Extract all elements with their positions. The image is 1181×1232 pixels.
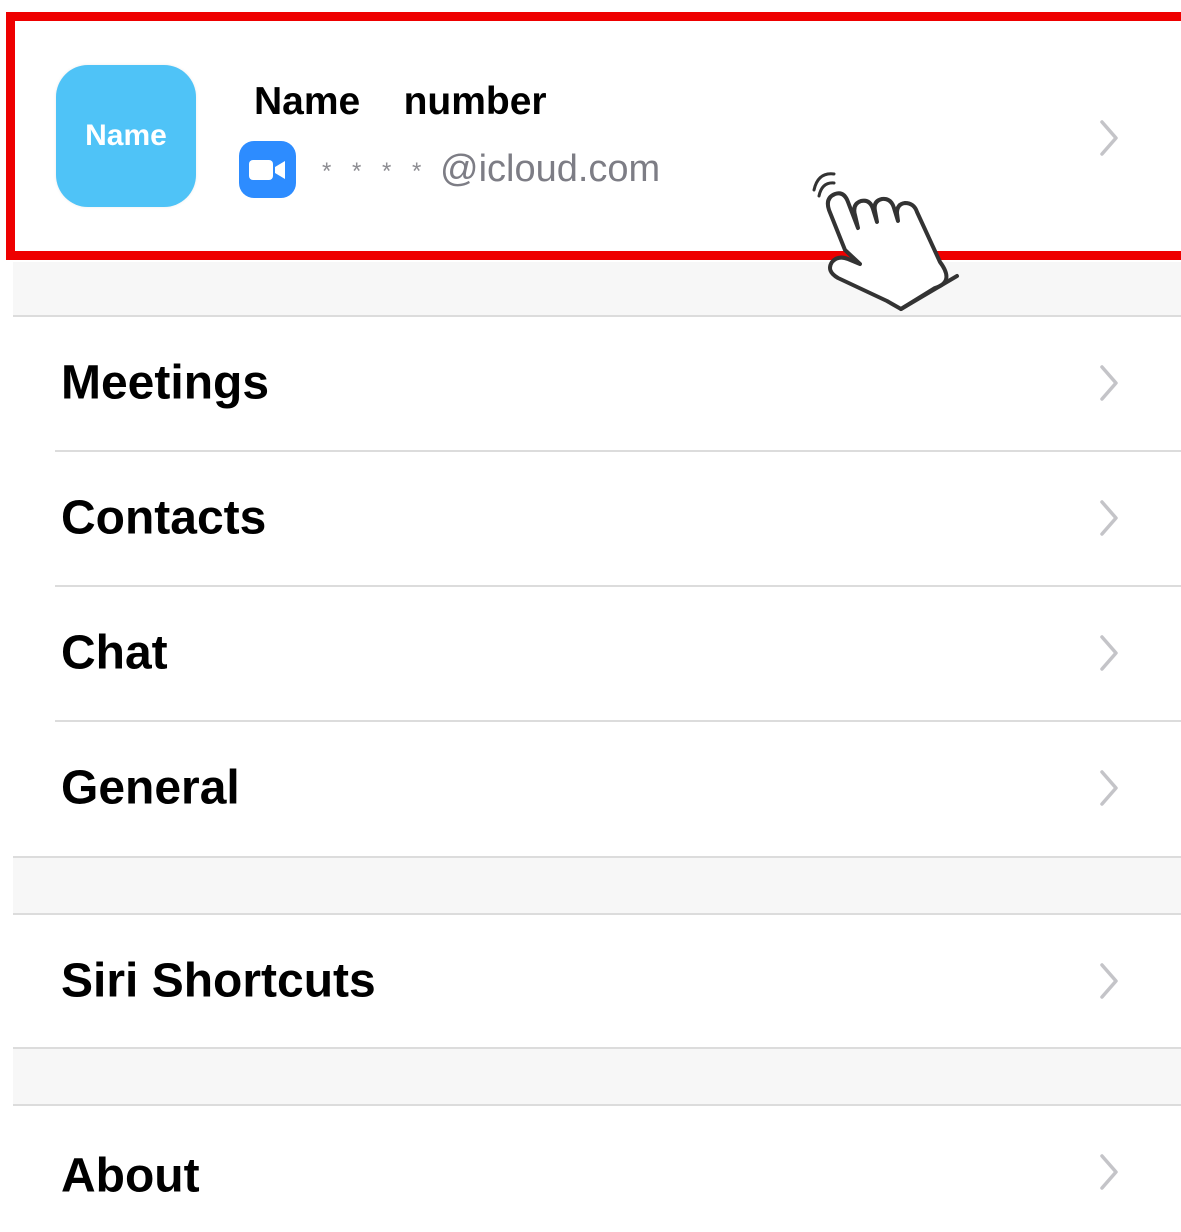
chevron-right-icon — [1100, 365, 1118, 401]
avatar: Name — [56, 65, 196, 207]
menu-item-label: Chat — [61, 626, 168, 680]
menu-item-label: Meetings — [61, 356, 270, 410]
profile-row[interactable]: Name Name number * * * * @icloud.com — [0, 0, 1181, 262]
chevron-right-icon — [1100, 635, 1118, 671]
chevron-right-icon — [1100, 770, 1118, 806]
video-camera-icon — [239, 141, 296, 198]
menu-item-label: General — [61, 761, 240, 815]
menu-item-label: Contacts — [61, 491, 267, 545]
chevron-right-icon — [1100, 963, 1118, 999]
menu-item-about[interactable]: About — [0, 1106, 1181, 1232]
section-gap — [13, 858, 1181, 914]
section-gap — [13, 262, 1181, 316]
menu-item-label: Siri Shortcuts — [61, 954, 376, 1008]
email-domain: @icloud.com — [440, 148, 661, 190]
section-gap — [13, 1049, 1181, 1105]
masked-account: * * * * — [322, 158, 429, 185]
menu-item-meetings[interactable]: Meetings — [0, 317, 1181, 449]
menu-item-general[interactable]: General — [0, 722, 1181, 854]
divider — [13, 856, 1181, 858]
chevron-right-icon — [1100, 1154, 1118, 1190]
display-name: Name number — [254, 80, 547, 123]
avatar-text: Name — [85, 119, 167, 152]
chevron-right-icon — [1100, 500, 1118, 536]
menu-item-contacts[interactable]: Contacts — [0, 452, 1181, 584]
chevron-right-icon — [1100, 120, 1118, 156]
menu-item-siri-shortcuts[interactable]: Siri Shortcuts — [0, 915, 1181, 1047]
divider — [13, 1047, 1181, 1049]
menu-item-label: About — [61, 1149, 200, 1203]
menu-item-chat[interactable]: Chat — [0, 587, 1181, 719]
